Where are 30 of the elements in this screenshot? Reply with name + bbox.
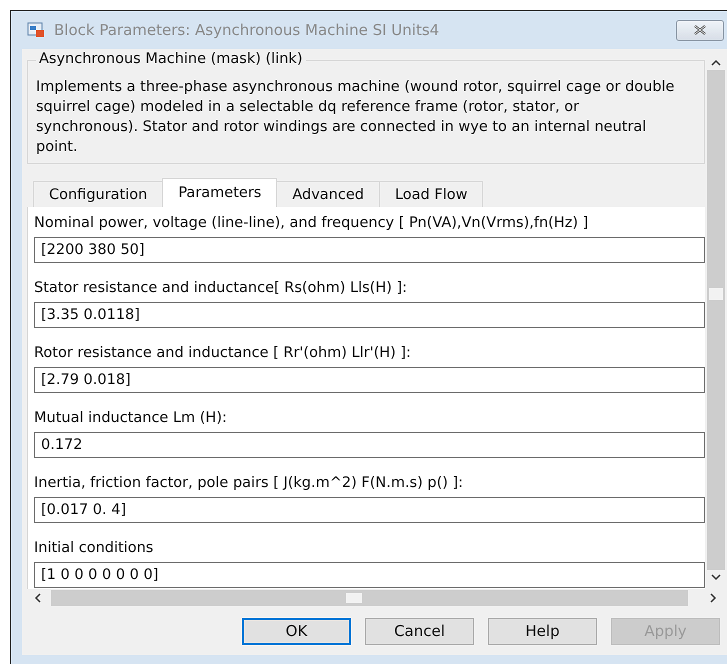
input-field[interactable]: [2.79 0.018]: [34, 367, 705, 393]
group-title: Asynchronous Machine (mask) (link): [36, 51, 306, 67]
close-icon: [693, 25, 707, 35]
scroll-right-icon[interactable]: [710, 593, 717, 603]
input-field[interactable]: [2200 380 50]: [34, 237, 705, 263]
dialog-button[interactable]: Cancel: [365, 618, 474, 644]
description-text: Implements a three-phase asynchronous machine (wound rotor, squirrel cage or double squirrel cage) modeled in a selectable dq reference frame (rotor, stator, or synchronous). Stator and rotor windings are connected in wye to an internal neutral point.: [36, 78, 676, 157]
input-field[interactable]: [3.35 0.0118]: [34, 302, 705, 328]
scroll-up-icon[interactable]: [711, 59, 721, 66]
input-field[interactable]: [0.017 0. 4]: [34, 497, 705, 523]
field-label: Stator resistance and inductance[ Rs(ohm) Lls(H) ]:: [34, 279, 408, 298]
field-label: Initial conditions: [34, 539, 154, 558]
scroll-down-icon[interactable]: [711, 574, 721, 581]
app-icon: [27, 22, 45, 38]
input-field[interactable]: 0.172: [34, 432, 705, 458]
window-title: Block Parameters: Asynchronous Machine SI Units4: [54, 21, 440, 39]
scroll-left-icon[interactable]: [34, 593, 41, 603]
tab[interactable]: Parameters: [162, 178, 278, 207]
tab[interactable]: Configuration: [33, 181, 164, 207]
dialog-button[interactable]: Help: [488, 618, 597, 644]
field-label: Rotor resistance and inductance [ Rr'(ohm) Llr'(H) ]:: [34, 344, 412, 363]
field-label: Mutual inductance Lm (H):: [34, 409, 228, 428]
scroll-thumb[interactable]: [346, 593, 362, 603]
field-label: Nominal power, voltage (line-line), and frequency [ Pn(VA),Vn(Vrms),fn(Hz) ]: [34, 214, 590, 233]
scroll-thumb[interactable]: [709, 288, 723, 300]
input-field[interactable]: [1 0 0 0 0 0 0 0]: [34, 562, 705, 588]
dialog-button[interactable]: OK: [242, 618, 351, 644]
close-button[interactable]: [676, 20, 724, 40]
tab[interactable]: Load Flow: [378, 181, 484, 207]
field-label: Inertia, friction factor, pole pairs [ J(kg.m^2) F(N.m.s) p() ]:: [34, 474, 464, 493]
